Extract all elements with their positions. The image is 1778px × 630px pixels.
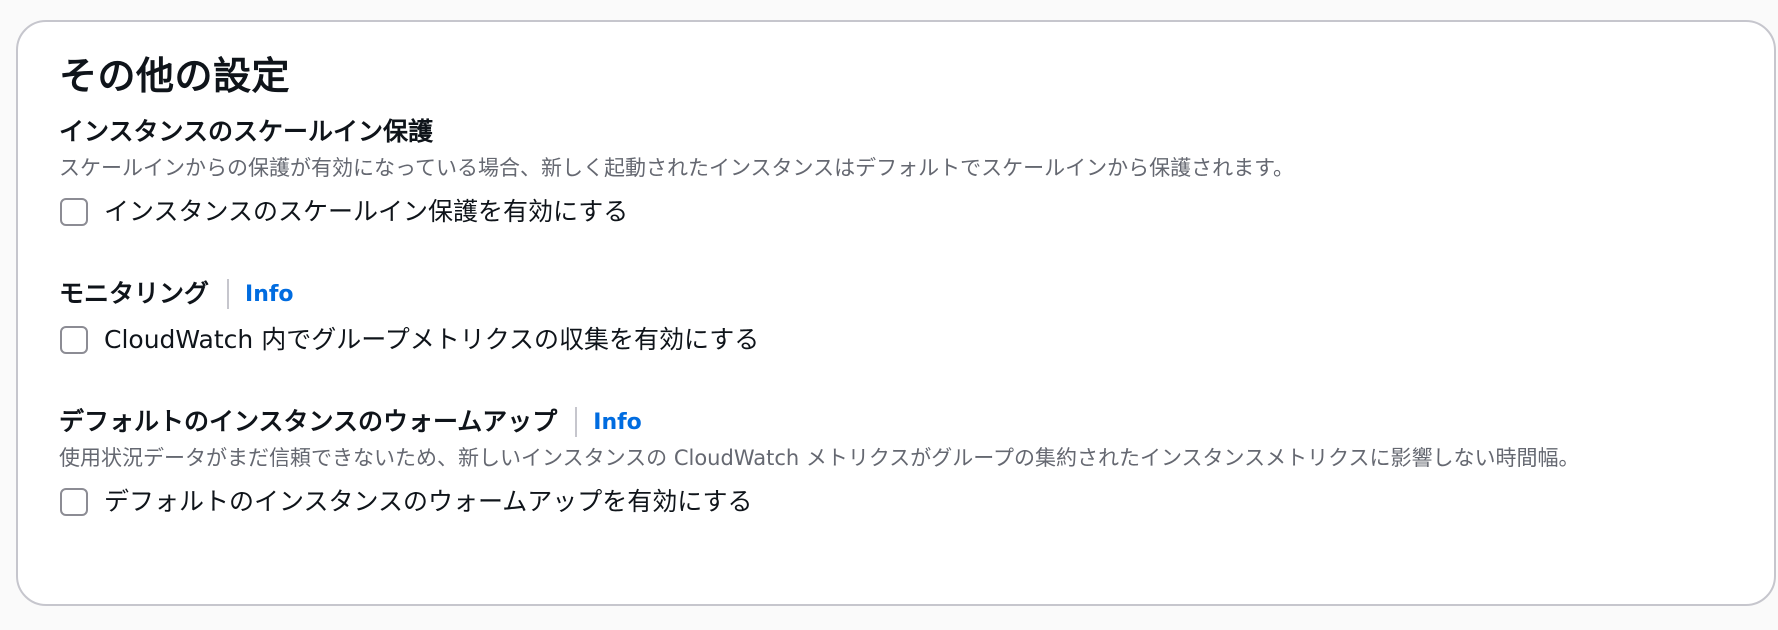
monitoring-divider xyxy=(227,279,230,309)
warmup-checkbox-label[interactable]: デフォルトのインスタンスのウォームアップを有効にする xyxy=(104,484,753,520)
monitoring-header: モニタリング Info xyxy=(59,276,1734,312)
monitoring-checkbox-row[interactable]: CloudWatch 内でグループメトリクスの収集を有効にする xyxy=(59,322,1734,358)
monitoring-label: モニタリング xyxy=(59,279,210,308)
scale-in-protection-checkbox-label[interactable]: インスタンスのスケールイン保護を有効にする xyxy=(104,194,628,230)
monitoring-checkbox-label[interactable]: CloudWatch 内でグループメトリクスの収集を有効にする xyxy=(104,322,759,358)
scale-in-protection-checkbox[interactable] xyxy=(60,198,88,226)
monitoring-checkbox[interactable] xyxy=(60,326,88,354)
warmup-info-link[interactable]: Info xyxy=(593,405,642,441)
additional-settings-panel: その他の設定 インスタンスのスケールイン保護 スケールインからの保護が有効になっ… xyxy=(16,20,1776,606)
scale-in-protection-description: スケールインからの保護が有効になっている場合、新しく起動されたインスタンスはデフ… xyxy=(59,156,1295,180)
scale-in-protection-checkbox-row[interactable]: インスタンスのスケールイン保護を有効にする xyxy=(59,194,1734,230)
warmup-divider xyxy=(575,407,578,437)
monitoring-section: モニタリング Info CloudWatch 内でグループメトリクスの収集を有効… xyxy=(59,276,1734,358)
warmup-checkbox[interactable] xyxy=(60,488,88,516)
scale-in-protection-header: インスタンスのスケールイン保護 xyxy=(59,114,1734,150)
scale-in-protection-section: インスタンスのスケールイン保護 スケールインからの保護が有効になっている場合、新… xyxy=(59,114,1734,230)
warmup-section: デフォルトのインスタンスのウォームアップ Info 使用状況データがまだ信頼でき… xyxy=(59,404,1734,520)
panel-title: その他の設定 xyxy=(59,54,291,98)
warmup-header: デフォルトのインスタンスのウォームアップ Info xyxy=(59,404,1734,440)
warmup-label: デフォルトのインスタンスのウォームアップ xyxy=(59,407,558,436)
scale-in-protection-label: インスタンスのスケールイン保護 xyxy=(59,117,434,146)
warmup-checkbox-row[interactable]: デフォルトのインスタンスのウォームアップを有効にする xyxy=(59,484,1734,520)
monitoring-info-link[interactable]: Info xyxy=(245,277,294,313)
warmup-description: 使用状況データがまだ信頼できないため、新しいインスタンスの CloudWatch… xyxy=(59,446,1580,470)
